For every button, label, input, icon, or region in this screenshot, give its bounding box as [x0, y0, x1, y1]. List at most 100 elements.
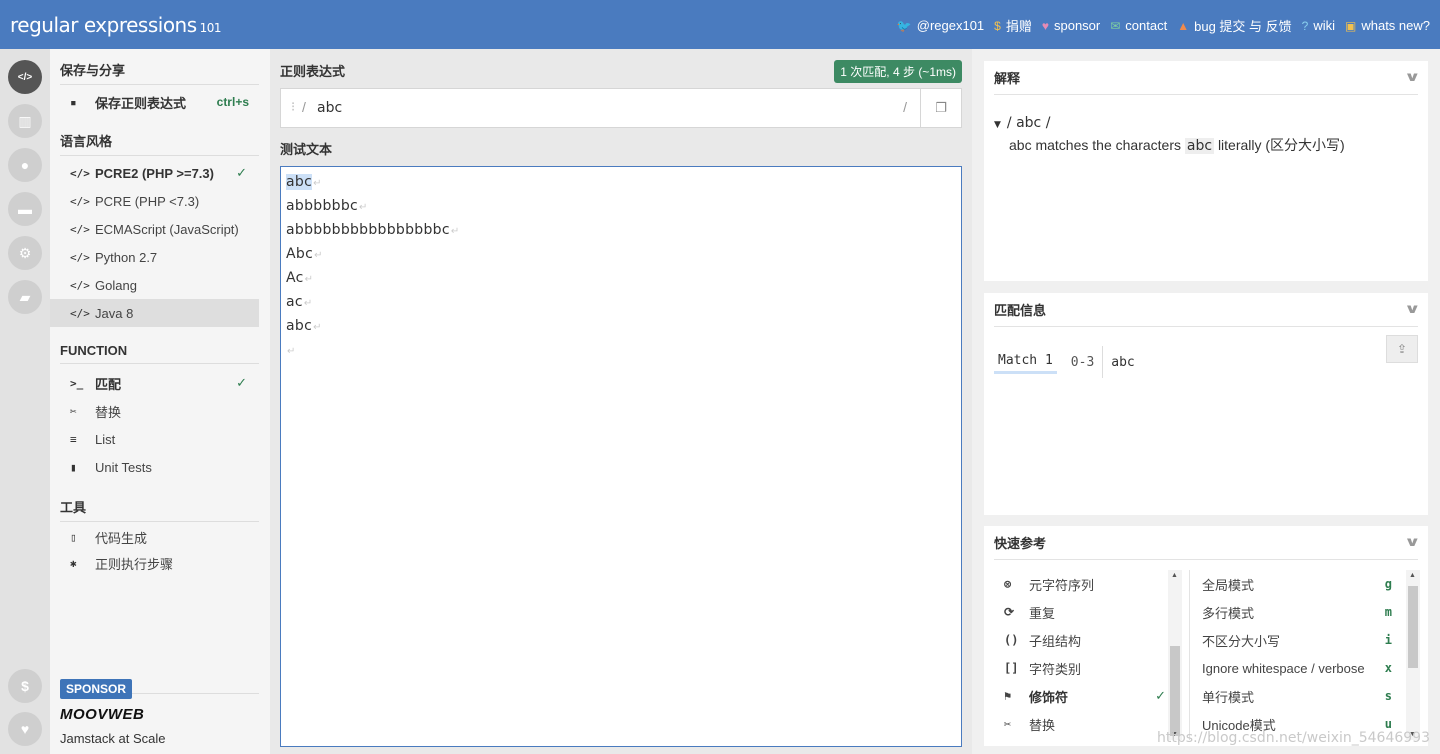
scroll-up-icon[interactable]: ▲: [1409, 572, 1416, 579]
test-line: abc↵: [286, 318, 322, 334]
regex-close-delimiter[interactable]: /: [903, 99, 907, 115]
tokens-scrollbar[interactable]: ▲ ▼: [1406, 570, 1420, 740]
quick-ref-category[interactable]: ⊗ 元字符序列: [994, 570, 1174, 598]
top-links: 🐦 @regex101 $ 捐赠 ♥ sponsor ✉ contact ▲ bug 提交 与 反…: [897, 16, 1430, 35]
header-link-label: wiki: [1313, 18, 1335, 33]
settings-icon[interactable]: ⚙: [8, 236, 42, 270]
quick-reference-header[interactable]: 快速参考 ∨: [994, 526, 1421, 560]
token-label: 单行模式: [1202, 689, 1255, 705]
top-bar: regular expressions 101 🐦 @regex101 $ 捐赠 ♥ spo…: [0, 0, 1440, 49]
test-string-label: 测试文本: [280, 142, 333, 157]
scissors-icon: ✂: [1004, 717, 1012, 731]
explanation-regex: / abc /: [1006, 115, 1051, 131]
function-item[interactable]: ✂ 替换: [50, 397, 259, 425]
code-icon[interactable]: </>: [8, 60, 42, 94]
function-item[interactable]: >_ 匹配 ✓: [50, 369, 259, 397]
sponsor-tagline[interactable]: Jamstack at Scale: [60, 731, 166, 746]
explanation-root[interactable]: ▼ / abc /: [994, 115, 1050, 131]
export-icon[interactable]: ⇪: [1386, 335, 1418, 363]
library-icon[interactable]: ▥: [8, 104, 42, 138]
quick-ref-divider: [1189, 570, 1190, 740]
quick-ref-token[interactable]: Ignore whitespace / verbose x: [1202, 654, 1392, 682]
dollar-icon[interactable]: $: [8, 669, 42, 703]
save-regex-button[interactable]: ▪ 保存正则表达式 ctrl+s: [50, 88, 259, 116]
newline-icon: ↵: [450, 226, 460, 237]
flavor-item[interactable]: </> Golang: [50, 271, 259, 299]
chevron-down-icon[interactable]: ∨: [1404, 534, 1421, 550]
scrollbar-thumb[interactable]: [1170, 646, 1180, 736]
header-link-4[interactable]: ▲ bug 提交 与 反馈: [1177, 16, 1291, 35]
caret-down-icon[interactable]: ▼: [994, 120, 1001, 130]
quick-ref-category[interactable]: ⟳ 重复: [994, 598, 1174, 626]
test-string-editor[interactable]: abc↵ abbbbbbc↵ abbbbbbbbbbbbbbbbc↵ Abc↵ Ac↵ a…: [280, 166, 962, 747]
function-item[interactable]: ≡ List: [50, 425, 259, 453]
flavor-item[interactable]: </> ECMAScript (JavaScript): [50, 215, 259, 243]
save-shortcut: ctrl+s: [216, 95, 249, 109]
user-icon[interactable]: ●: [8, 148, 42, 182]
heart-icon[interactable]: ♥: [8, 712, 42, 746]
header-link-label: 捐赠: [1005, 19, 1032, 34]
header-link-3[interactable]: ✉ contact: [1110, 18, 1167, 33]
test-line: abbbbbbc↵: [286, 198, 368, 214]
explanation-header[interactable]: 解释 ∨: [994, 61, 1421, 95]
function-item[interactable]: ▮ Unit Tests: [50, 453, 259, 481]
watermark: https://blog.csdn.net/weixin_54646993: [1156, 730, 1430, 746]
quick-ref-category[interactable]: [] 字符类别: [994, 654, 1174, 682]
flavor-item[interactable]: </> PCRE2 (PHP >=7.3) ✓: [50, 159, 259, 187]
match-row[interactable]: Match 1 0-3 abc: [994, 346, 1135, 378]
flavor-item[interactable]: </> Python 2.7: [50, 243, 259, 271]
header-link-0[interactable]: 🐦 @regex101: [897, 18, 984, 33]
quick-reference-title: 快速参考: [994, 536, 1047, 551]
quick-ref-category[interactable]: ✂ 替换: [994, 710, 1174, 738]
categories-scrollbar[interactable]: ▲ ▼: [1168, 570, 1182, 740]
sponsor-logo[interactable]: MOOVWEB: [60, 706, 144, 723]
chat-icon[interactable]: ▰: [8, 280, 42, 314]
header-link-6[interactable]: ▣ whats new?: [1345, 18, 1430, 33]
quick-ref-category[interactable]: ⚑ 修饰符 ✓: [994, 682, 1174, 710]
dollar-icon: $: [994, 18, 1001, 33]
copy-icon[interactable]: ❐: [920, 89, 961, 127]
match-highlight: abc: [286, 174, 313, 190]
token-label: 多行模式: [1202, 605, 1255, 621]
match-info-header[interactable]: 匹配信息 ∨: [994, 293, 1421, 327]
test-line: Abc↵: [286, 246, 323, 262]
quick-ref-categories: ⊗ 元字符序列 ⟳ 重复 () 子组结构 [] 字符类别 ⚑ 修饰符 ✓ ✂ 替换: [994, 570, 1184, 740]
save-regex-label: 保存正则表达式: [95, 95, 187, 111]
header-link-2[interactable]: ♥ sponsor: [1042, 18, 1100, 33]
explanation-literal: abc: [1184, 138, 1215, 154]
regex-input-box[interactable]: ⁝ / abc / ❐: [280, 88, 962, 128]
tool-item[interactable]: ✱ 正则执行步骤: [50, 549, 259, 577]
gamepad-icon[interactable]: ▬: [8, 192, 42, 226]
tool-item[interactable]: ▯ 代码生成: [50, 523, 259, 551]
regex-input[interactable]: abc: [317, 100, 342, 116]
category-label: 子组结构: [1029, 633, 1082, 649]
quick-ref-token[interactable]: 多行模式 m: [1202, 598, 1392, 626]
scroll-up-icon[interactable]: ▲: [1171, 572, 1178, 579]
help-icon: ?: [1301, 18, 1309, 33]
quick-ref-token[interactable]: 全局模式 g: [1202, 570, 1392, 598]
flavor-item[interactable]: </> Java 8: [50, 299, 259, 327]
header-link-1[interactable]: $ 捐赠: [994, 16, 1032, 35]
header-link-label: bug 提交 与 反馈: [1194, 19, 1292, 34]
flavor-item[interactable]: </> PCRE (PHP <7.3): [50, 187, 259, 215]
repeat-icon: ⟳: [1004, 605, 1015, 619]
list-icon: ≡: [70, 432, 77, 446]
right-panel: 解释 ∨ ▼ / abc / abc matches the characters…: [972, 49, 1440, 754]
code-icon: </>: [70, 194, 90, 208]
quick-ref-token[interactable]: 不区分大小写 i: [1202, 626, 1392, 654]
test-line-text: abbbbbbbbbbbbbbbbc: [286, 222, 450, 238]
explanation-token: abc: [1009, 137, 1032, 153]
header-link-5[interactable]: ? wiki: [1302, 18, 1335, 33]
logo[interactable]: regular expressions 101: [10, 13, 222, 37]
chevron-down-icon[interactable]: ∨: [1404, 69, 1421, 85]
quick-ref-category[interactable]: () 子组结构: [994, 626, 1174, 654]
scrollbar-thumb[interactable]: [1408, 586, 1418, 668]
header-link-label: contact: [1125, 18, 1168, 33]
quick-ref-token[interactable]: 单行模式 s: [1202, 682, 1392, 710]
category-label: 修饰符: [1029, 689, 1069, 705]
match-name: Match 1: [994, 350, 1057, 374]
chevron-down-icon[interactable]: ∨: [1404, 301, 1421, 317]
icon-rail: </> ▥ ● ▬ ⚙ ▰ $ ♥: [0, 49, 50, 754]
function-label: List: [95, 431, 116, 447]
drag-handle-icon[interactable]: ⁝: [291, 99, 295, 115]
